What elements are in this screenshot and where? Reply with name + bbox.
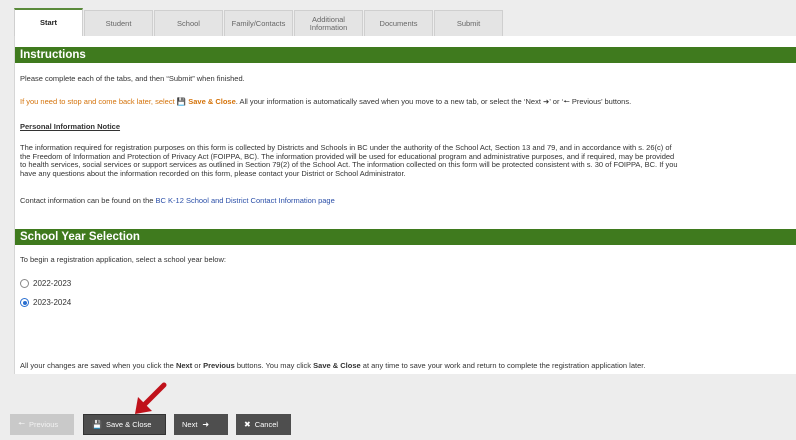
line2-save-label: Save & Close [188, 97, 236, 106]
tab-additional-information[interactable]: Additional Information [294, 10, 363, 36]
note-pre: All your changes are saved when you clic… [20, 361, 174, 370]
contact-info-link[interactable]: BC K-12 School and District Contact Info… [156, 196, 335, 205]
left-arrow-icon: 🠔 [563, 97, 570, 106]
tab-school[interactable]: School [154, 10, 223, 36]
radio-2023-2024[interactable] [20, 298, 29, 307]
option-label: 2022-2023 [33, 279, 72, 288]
floppy-disk-icon: 💾 [92, 420, 102, 429]
tab-submit[interactable]: Submit [434, 10, 503, 36]
cancel-label: Cancel [254, 420, 279, 429]
instructions-header: Instructions [15, 47, 796, 63]
option-label: 2023-2024 [33, 298, 72, 307]
save-note: All your changes are saved when you clic… [20, 361, 645, 370]
note-next: Next [175, 361, 193, 370]
start-panel: Instructions Please complete each of the… [14, 36, 796, 374]
note-save: Save & Close [313, 361, 361, 370]
next-button[interactable]: Next ➜ [174, 414, 228, 435]
left-arrow-icon: 🠔 [18, 418, 25, 428]
contact-pre: Contact information can be found on the [20, 196, 154, 205]
note-or: or [194, 361, 201, 370]
note-mid: buttons. You may click [236, 361, 312, 370]
note-post: at any time to save your work and return… [362, 361, 646, 370]
line2-end: Previous’ buttons. [571, 97, 632, 106]
tab-documents[interactable]: Documents [364, 10, 433, 36]
line2-or: ’ or ‘ [549, 97, 564, 106]
save-close-button[interactable]: 💾 Save & Close [83, 414, 166, 435]
tab-bar: Start Student School Family/Contacts Add… [14, 8, 504, 36]
school-year-option-2023-2024[interactable]: 2023-2024 [20, 298, 71, 307]
privacy-notice-title: Personal Information Notice [20, 122, 121, 131]
school-year-prompt: To begin a registration application, sel… [20, 255, 226, 264]
next-label: Next [182, 420, 198, 429]
note-previous: Previous [203, 361, 235, 370]
school-year-option-2022-2023[interactable]: 2022-2023 [20, 279, 71, 288]
tab-student[interactable]: Student [84, 10, 153, 36]
radio-2022-2023[interactable] [20, 279, 29, 288]
previous-button[interactable]: 🠔 Previous [10, 414, 74, 435]
tab-family-contacts[interactable]: Family/Contacts [224, 10, 293, 36]
line2-pre: If you need to stop and come back later,… [20, 97, 175, 106]
contact-info-line: Contact information can be found on the … [20, 196, 335, 205]
notice-line: have any questions about the information… [20, 168, 406, 178]
cancel-button[interactable]: ✖ Cancel [236, 414, 291, 435]
tab-start[interactable]: Start [14, 8, 83, 36]
red-arrow-icon [135, 382, 167, 414]
instructions-line-1: Please complete each of the tabs, and th… [20, 74, 245, 83]
instructions-line-2: If you need to stop and come back later,… [20, 96, 631, 109]
privacy-notice-body: The information required for registratio… [20, 143, 796, 178]
save-close-inline-icon: 💾 [176, 97, 187, 106]
close-icon: ✖ [244, 420, 251, 429]
previous-label: Previous [29, 420, 59, 429]
save-close-label: Save & Close [105, 420, 152, 429]
school-year-header: School Year Selection [15, 229, 796, 245]
right-arrow-icon: ➜ [202, 420, 210, 429]
line2-post: . All your information is automatically … [235, 97, 541, 106]
